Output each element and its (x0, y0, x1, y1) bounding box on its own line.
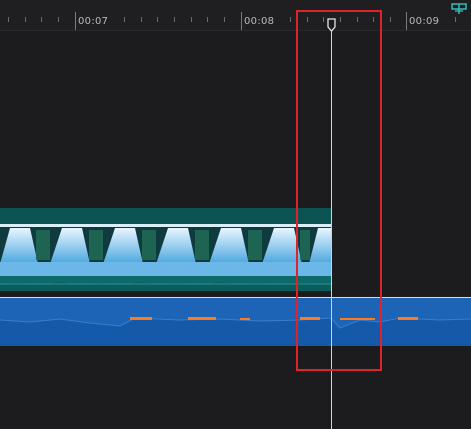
ruler-tick-major (75, 12, 76, 30)
video-clip[interactable] (0, 208, 332, 291)
video-thumbnail-strip (0, 224, 332, 276)
ruler-tick (25, 17, 26, 22)
ruler-label-0709: 00:09 (409, 16, 440, 27)
annotation-highlight-box (296, 10, 382, 371)
audio-track[interactable] (0, 297, 471, 346)
ruler-tick (8, 17, 9, 22)
ruler-tick (58, 17, 59, 22)
timeline-panel[interactable]: 00:07 00:08 00:09 (0, 0, 471, 429)
frame-pattern (0, 224, 332, 276)
time-ruler[interactable]: 00:07 00:08 00:09 (0, 0, 471, 31)
ruler-tick-major (406, 12, 407, 30)
ruler-tick (141, 17, 142, 22)
ruler-tick-major (241, 12, 242, 30)
audio-waveform (0, 298, 471, 346)
snap-icon[interactable] (451, 0, 467, 14)
ruler-tick (191, 17, 192, 22)
ruler-tick (207, 17, 208, 22)
ruler-tick (174, 17, 175, 22)
video-audio-waveform (0, 276, 332, 291)
ruler-tick (124, 17, 125, 22)
ruler-tick (224, 17, 225, 22)
ruler-label-0708: 00:08 (244, 16, 275, 27)
ruler-label-0707: 00:07 (78, 16, 109, 27)
ruler-tick (455, 17, 456, 22)
ruler-tick (157, 17, 158, 22)
ruler-tick (390, 17, 391, 22)
ruler-tick (290, 17, 291, 22)
ruler-tick (41, 17, 42, 22)
